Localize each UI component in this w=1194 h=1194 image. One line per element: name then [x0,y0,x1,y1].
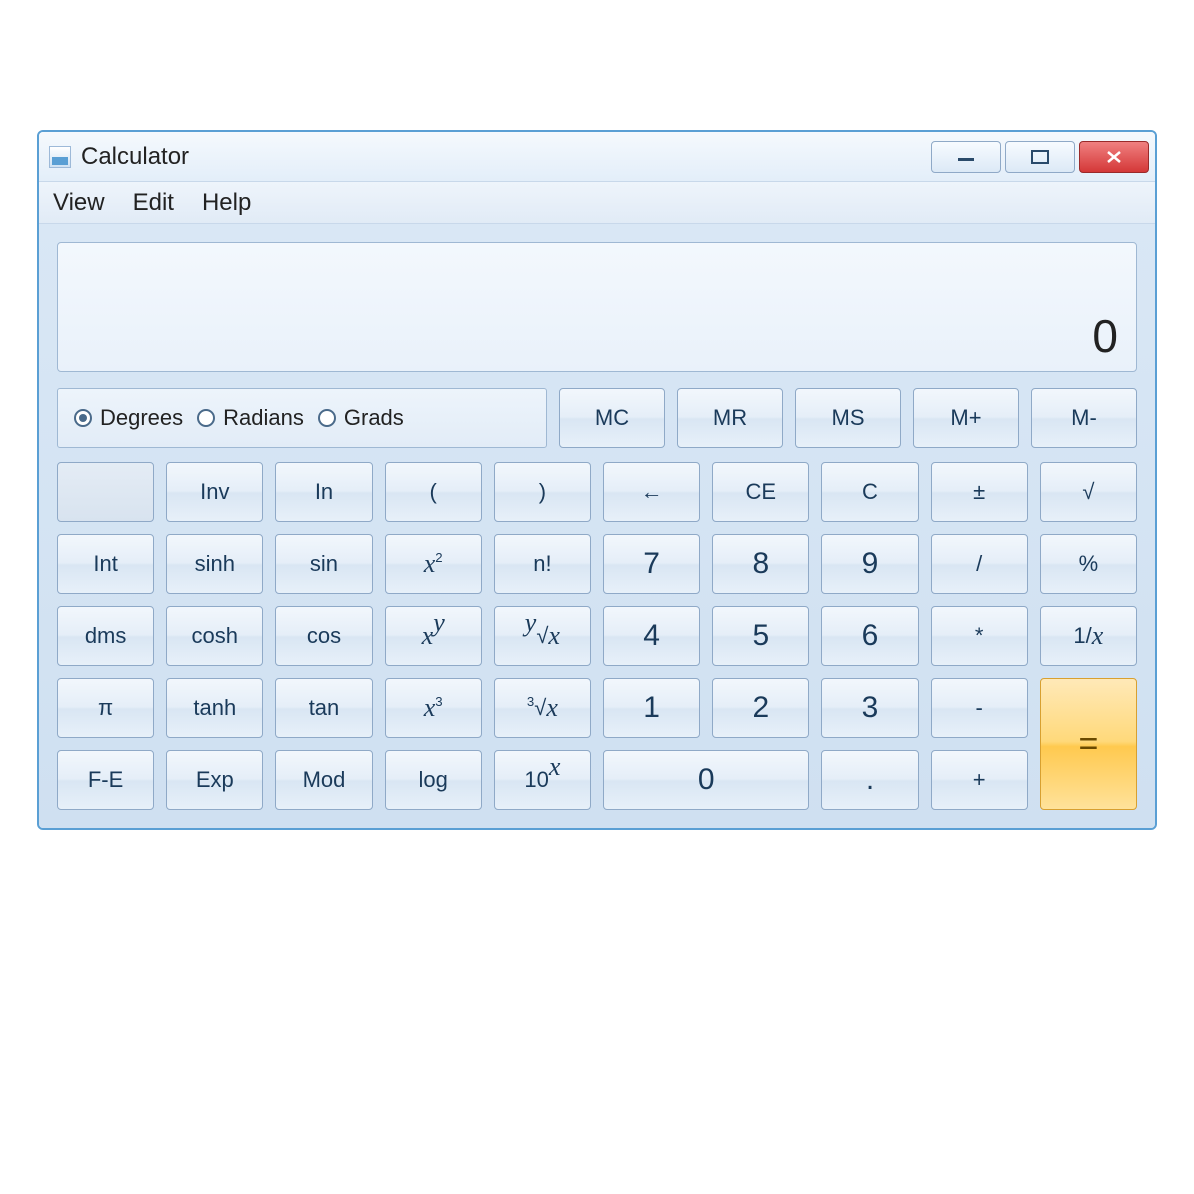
radio-degrees[interactable]: Degrees [74,405,183,431]
close-icon [1105,150,1123,164]
digit-1-button[interactable]: 1 [603,678,700,738]
mminus-button[interactable]: M- [1031,388,1137,448]
display-value: 0 [1092,309,1118,363]
window-controls [931,141,1149,173]
maximize-icon [1031,150,1049,164]
keypad: Inv In ( ) ← CE C ± √ Int sinh sin x2 n!… [57,462,1137,810]
ms-button[interactable]: MS [795,388,901,448]
multiply-button[interactable]: * [931,606,1028,666]
digit-4-button[interactable]: 4 [603,606,700,666]
mr-button[interactable]: MR [677,388,783,448]
fe-button[interactable]: F-E [57,750,154,810]
blank-button[interactable] [57,462,154,522]
radio-dot-icon [74,409,92,427]
sin-button[interactable]: sin [275,534,372,594]
menu-help[interactable]: Help [202,189,251,217]
y-root-x-button[interactable]: y√x [494,606,591,666]
tanh-button[interactable]: tanh [166,678,263,738]
equals-button[interactable]: = [1040,678,1137,810]
titlebar[interactable]: Calculator [39,132,1155,182]
cos-button[interactable]: cos [275,606,372,666]
mod-button[interactable]: Mod [275,750,372,810]
maximize-button[interactable] [1005,141,1075,173]
rparen-button[interactable]: ) [494,462,591,522]
tan-button[interactable]: tan [275,678,372,738]
digit-9-button[interactable]: 9 [821,534,918,594]
digit-7-button[interactable]: 7 [603,534,700,594]
menubar: View Edit Help [39,182,1155,224]
digit-6-button[interactable]: 6 [821,606,918,666]
radio-icon [197,409,215,427]
sinh-button[interactable]: sinh [166,534,263,594]
backspace-button[interactable]: ← [603,462,700,522]
radio-grads[interactable]: Grads [318,405,404,431]
calculator-window: Calculator View Edit Help 0 Degrees Radi… [37,130,1157,830]
digit-8-button[interactable]: 8 [712,534,809,594]
exp-button[interactable]: Exp [166,750,263,810]
menu-edit[interactable]: Edit [133,189,174,217]
cosh-button[interactable]: cosh [166,606,263,666]
digit-5-button[interactable]: 5 [712,606,809,666]
c-button[interactable]: C [821,462,918,522]
close-button[interactable] [1079,141,1149,173]
lparen-button[interactable]: ( [385,462,482,522]
top-row: Degrees Radians Grads MC MR MS M+ M- [57,388,1137,448]
int-button[interactable]: Int [57,534,154,594]
ln-button[interactable]: In [275,462,372,522]
digit-2-button[interactable]: 2 [712,678,809,738]
client-area: 0 Degrees Radians Grads MC MR MS M+ M- I… [39,224,1155,828]
inv-button[interactable]: Inv [166,462,263,522]
radio-icon [318,409,336,427]
calculator-icon [49,146,71,168]
window-title: Calculator [81,143,931,171]
log-button[interactable]: log [385,750,482,810]
cube-root-button[interactable]: 3√x [494,678,591,738]
minimize-icon [956,152,976,162]
angle-mode-box: Degrees Radians Grads [57,388,547,448]
sqrt-button[interactable]: √ [1040,462,1137,522]
memory-row: MC MR MS M+ M- [559,388,1137,448]
digit-0-button[interactable]: 0 [603,750,809,810]
ten-power-x-button[interactable]: 10x [494,750,591,810]
factorial-button[interactable]: n! [494,534,591,594]
decimal-button[interactable]: . [821,750,918,810]
reciprocal-button[interactable]: 1/x [1040,606,1137,666]
dms-button[interactable]: dms [57,606,154,666]
mc-button[interactable]: MC [559,388,665,448]
x-power-y-button[interactable]: xy [385,606,482,666]
minimize-button[interactable] [931,141,1001,173]
x-squared-button[interactable]: x2 [385,534,482,594]
display: 0 [57,242,1137,372]
plusminus-button[interactable]: ± [931,462,1028,522]
add-button[interactable]: + [931,750,1028,810]
digit-3-button[interactable]: 3 [821,678,918,738]
radio-radians[interactable]: Radians [197,405,304,431]
mplus-button[interactable]: M+ [913,388,1019,448]
divide-button[interactable]: / [931,534,1028,594]
x-cubed-button[interactable]: x3 [385,678,482,738]
ce-button[interactable]: CE [712,462,809,522]
subtract-button[interactable]: - [931,678,1028,738]
percent-button[interactable]: % [1040,534,1137,594]
menu-view[interactable]: View [53,189,105,217]
pi-button[interactable]: π [57,678,154,738]
